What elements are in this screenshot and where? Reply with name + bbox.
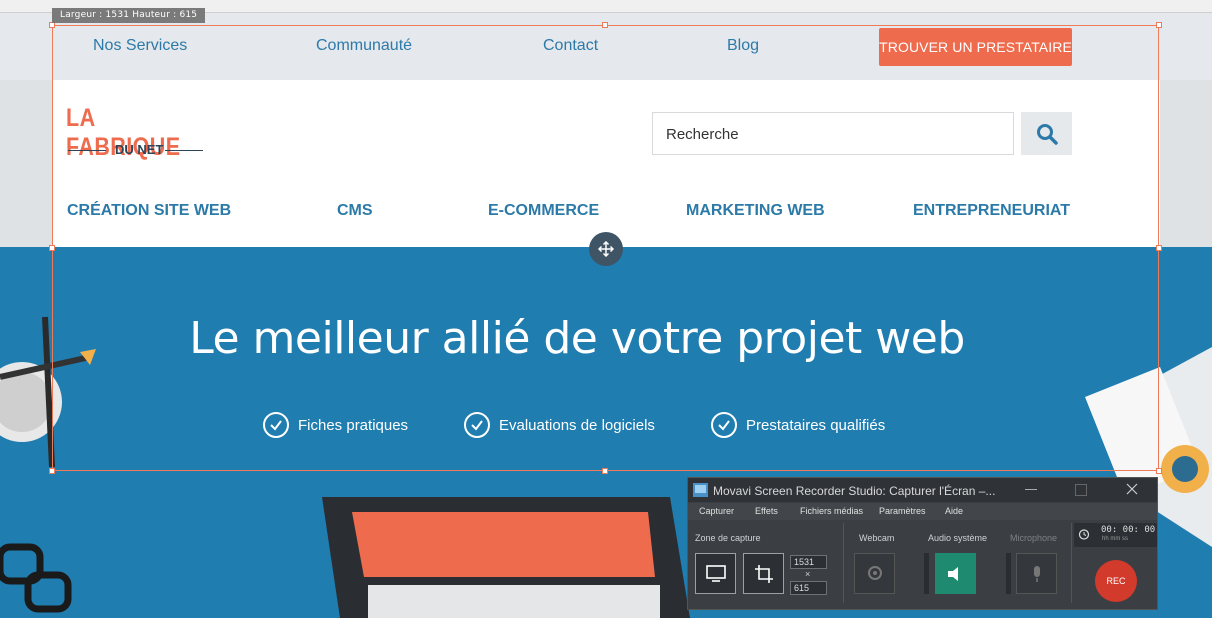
menu-aide[interactable]: Aide xyxy=(945,506,963,516)
fullscreen-capture-button[interactable] xyxy=(695,553,736,594)
timer-units: hh mm ss xyxy=(1102,536,1129,542)
height-input[interactable]: 615 xyxy=(790,581,827,595)
menu-parametres[interactable]: Paramètres xyxy=(879,506,926,516)
alarm-clock-icon xyxy=(1078,529,1090,540)
resize-handle-bl[interactable] xyxy=(49,468,55,474)
monitor-icon xyxy=(705,564,726,582)
close-icon[interactable] xyxy=(1126,483,1138,495)
speaker-icon xyxy=(947,566,958,581)
record-button[interactable]: REC xyxy=(1095,560,1137,602)
width-input[interactable]: 1531 xyxy=(790,555,827,569)
page-margin-right xyxy=(1160,80,1212,247)
maximize-icon[interactable] xyxy=(1075,484,1087,496)
minimize-icon[interactable] xyxy=(1025,489,1037,490)
webcam-icon xyxy=(867,565,882,580)
audio-level-meter xyxy=(924,553,929,594)
system-audio-label: Audio système xyxy=(928,533,988,543)
resize-handle-r[interactable] xyxy=(1156,245,1162,251)
crop-area-button[interactable] xyxy=(743,553,784,594)
recorder-title: Movavi Screen Recorder Studio: Capturer … xyxy=(713,484,996,498)
timer-value: 00: 00: 00 xyxy=(1101,525,1156,535)
capture-zone-label: Zone de capture xyxy=(695,533,761,543)
menu-effets[interactable]: Effets xyxy=(755,506,778,516)
microphone-toggle[interactable] xyxy=(1016,553,1057,594)
page-margin-left xyxy=(0,80,52,247)
system-audio-toggle[interactable] xyxy=(935,553,976,594)
divider xyxy=(1071,523,1072,603)
divider xyxy=(843,523,844,603)
timer-display[interactable]: 00: 00: 00 hh mm ss xyxy=(1074,523,1157,547)
resize-handle-br[interactable] xyxy=(1156,468,1162,474)
times-sign: × xyxy=(805,569,811,579)
crop-icon xyxy=(754,564,773,583)
resize-handle-l[interactable] xyxy=(49,245,55,251)
move-capture-area-button[interactable] xyxy=(589,232,623,266)
recorder-menubar: Capturer Effets Fichiers médias Paramètr… xyxy=(688,503,1157,520)
recorder-window: Movavi Screen Recorder Studio: Capturer … xyxy=(687,477,1158,610)
microphone-label[interactable]: Microphone xyxy=(1010,533,1057,543)
resize-handle-t[interactable] xyxy=(602,22,608,28)
move-arrows-icon xyxy=(598,241,614,257)
menu-fichiers-medias[interactable]: Fichiers médias xyxy=(800,506,863,516)
menu-capturer[interactable]: Capturer xyxy=(699,506,734,516)
app-icon xyxy=(693,483,708,497)
mic-level-meter xyxy=(1006,553,1011,594)
resize-handle-tr[interactable] xyxy=(1156,22,1162,28)
webcam-label: Webcam xyxy=(859,533,895,543)
recorder-titlebar[interactable]: Movavi Screen Recorder Studio: Capturer … xyxy=(688,478,1157,502)
capture-size-label: Largeur : 1531 Hauteur : 615 xyxy=(52,8,206,23)
webcam-toggle[interactable] xyxy=(854,553,895,594)
microphone-icon xyxy=(1033,565,1040,582)
resize-handle-b[interactable] xyxy=(602,468,608,474)
